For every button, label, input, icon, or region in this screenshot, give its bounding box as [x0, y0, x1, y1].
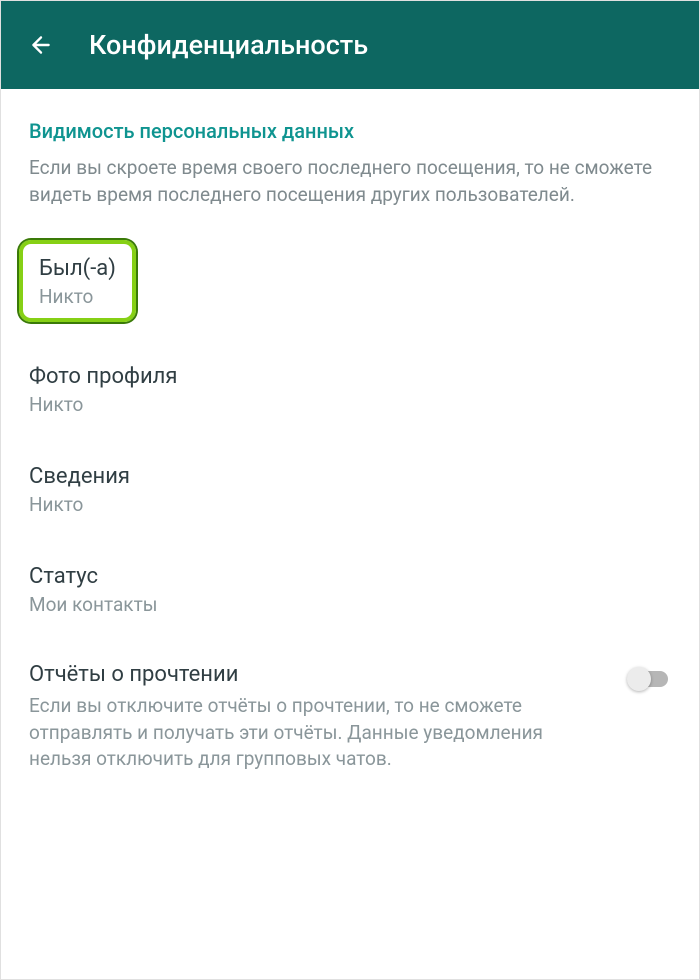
app-bar: Конфиденциальность [1, 1, 699, 89]
setting-about[interactable]: Сведения Никто [25, 440, 675, 540]
read-receipts-toggle[interactable] [627, 666, 671, 692]
read-receipts-description: Если вы отключите отчёты о прочтении, то… [29, 693, 609, 773]
setting-value-last-seen: Никто [39, 285, 116, 308]
content-area: Видимость персональных данных Если вы ск… [1, 89, 699, 773]
setting-label-about: Сведения [29, 464, 671, 489]
setting-last-seen-wrapper: Был(-а) Никто [25, 240, 675, 322]
setting-last-seen[interactable]: Был(-а) Никто [19, 240, 136, 322]
read-receipts-text: Отчёты о прочтении Если вы отключите отч… [29, 662, 609, 773]
back-arrow-icon[interactable] [27, 31, 55, 59]
section-header: Видимость персональных данных [25, 119, 675, 143]
setting-status[interactable]: Статус Мои контакты [25, 540, 675, 640]
setting-value-profile-photo: Никто [29, 393, 671, 416]
switch-thumb [627, 667, 651, 691]
setting-label-profile-photo: Фото профиля [29, 364, 671, 389]
setting-label-status: Статус [29, 564, 671, 589]
setting-profile-photo[interactable]: Фото профиля Никто [25, 340, 675, 440]
setting-value-status: Мои контакты [29, 593, 671, 616]
section-description: Если вы скроете время своего последнего … [25, 155, 675, 208]
setting-label-last-seen: Был(-а) [39, 256, 116, 281]
setting-value-about: Никто [29, 493, 671, 516]
read-receipts-title: Отчёты о прочтении [29, 662, 609, 687]
setting-read-receipts[interactable]: Отчёты о прочтении Если вы отключите отч… [25, 640, 675, 773]
page-title: Конфиденциальность [89, 29, 368, 61]
